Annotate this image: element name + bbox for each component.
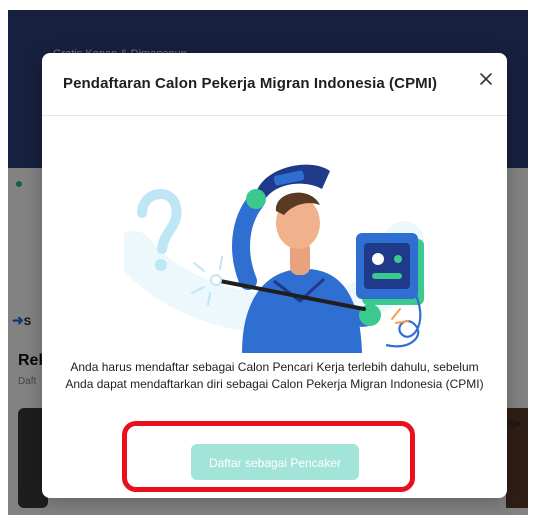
close-icon xyxy=(480,73,492,85)
close-button[interactable] xyxy=(474,67,498,91)
modal-header: Pendaftaran Calon Pekerja Migran Indones… xyxy=(42,53,507,116)
cpmi-registration-modal: Pendaftaran Calon Pekerja Migran Indones… xyxy=(42,53,507,498)
welder-illustration xyxy=(124,164,424,353)
page-frame-right xyxy=(528,0,534,515)
page-top-strip xyxy=(8,0,528,10)
modal-title: Pendaftaran Calon Pekerja Migran Indones… xyxy=(63,75,438,92)
modal-description: Anda harus mendaftar sebagai Calon Penca… xyxy=(65,360,484,391)
register-as-job-seeker-button[interactable]: Daftar sebagai Pencaker xyxy=(191,444,359,480)
page-frame-left xyxy=(0,0,8,515)
